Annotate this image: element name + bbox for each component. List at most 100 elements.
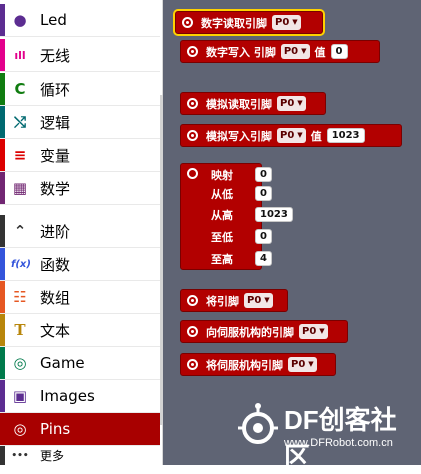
- dropdown-caret-icon: ▼: [301, 47, 307, 55]
- block-label: 向伺服机构的引脚: [206, 325, 294, 339]
- dropdown-caret-icon: ▼: [292, 18, 298, 26]
- map-row-from-low: 从低 0: [181, 184, 272, 203]
- watermark-url: www.DFRobot.com.cn: [284, 437, 393, 449]
- pin-dropdown[interactable]: P0 ▼: [299, 324, 328, 339]
- to-high-input[interactable]: 4: [255, 251, 272, 266]
- category-label: 变量: [40, 146, 71, 165]
- value-label: 值: [314, 45, 326, 59]
- shuffle-icon: ⤭: [13, 113, 26, 131]
- toggle-icon: ●: [13, 11, 27, 29]
- category-pins[interactable]: ◎ Pins: [0, 413, 160, 446]
- map-row-to-high: 至高 4: [181, 249, 272, 268]
- digital-write-block[interactable]: 数字写入 引脚 P0 ▼ 值 0: [180, 40, 380, 63]
- watermark: DF创客社区 www.DFRobot.com.cn: [232, 400, 421, 472]
- block-label: 数字写入 引脚: [206, 45, 276, 59]
- pin-dropdown[interactable]: P0 ▼: [272, 15, 301, 30]
- category-functions[interactable]: f(x) 函数: [0, 248, 160, 281]
- pin-dropdown[interactable]: P0 ▼: [277, 128, 306, 143]
- calculator-icon: ▦: [12, 179, 28, 197]
- block-label: 数字读取引脚: [201, 16, 267, 30]
- category-color-bar: [0, 4, 5, 36]
- dropdown-caret-icon: ▼: [264, 296, 270, 304]
- block-label: 将引脚: [206, 294, 239, 308]
- category-label: 更多: [40, 449, 65, 463]
- category-label: 进阶: [40, 222, 71, 241]
- category-label: 循环: [40, 80, 71, 99]
- category-text[interactable]: T 文本: [0, 314, 160, 347]
- map-row-to-low: 至低 0: [181, 227, 272, 246]
- dropdown-caret-icon: ▼: [319, 327, 325, 335]
- category-label: 无线: [40, 46, 71, 65]
- analog-read-block[interactable]: 模拟读取引脚 P0 ▼: [180, 92, 326, 115]
- category-label: 数组: [40, 288, 71, 307]
- category-color-bar: [0, 380, 5, 412]
- category-more[interactable]: ••• 更多: [0, 446, 160, 465]
- category-color-bar: [0, 39, 5, 71]
- array-icon: ☷: [13, 288, 27, 306]
- category-color-bar: [0, 347, 5, 379]
- dropdown-caret-icon: ▼: [297, 99, 303, 107]
- more-icon: •••: [11, 450, 29, 461]
- category-logic[interactable]: ⤭ 逻辑: [0, 106, 160, 139]
- category-advanced[interactable]: ⌃ 进阶: [0, 215, 160, 248]
- category-label: 数学: [40, 179, 71, 198]
- value-input[interactable]: 0: [330, 44, 348, 59]
- pin-icon: [187, 326, 198, 337]
- category-label: 函数: [40, 255, 71, 274]
- category-led[interactable]: ● Led: [0, 4, 160, 37]
- from-high-input[interactable]: 1023: [255, 207, 293, 222]
- digital-read-block[interactable]: 数字读取引脚 P0 ▼: [175, 11, 323, 34]
- signal-icon: ıll: [14, 48, 26, 62]
- category-images[interactable]: ▣ Images: [0, 380, 160, 413]
- category-color-bar: [0, 446, 5, 465]
- set-pin-block[interactable]: 将引脚 P0 ▼: [180, 289, 288, 312]
- category-game[interactable]: ◎ Game: [0, 347, 160, 380]
- category-color-bar: [0, 215, 5, 247]
- value-label: 值: [310, 129, 322, 143]
- category-color-bar: [0, 248, 5, 280]
- category-math[interactable]: ▦ 数学: [0, 172, 160, 205]
- category-variables[interactable]: ≡ 变量: [0, 139, 160, 172]
- category-label: Pins: [40, 420, 71, 438]
- function-icon: f(x): [11, 258, 31, 270]
- category-color-bar: [0, 139, 5, 171]
- category-radio[interactable]: ıll 无线: [0, 39, 160, 72]
- list-icon: ≡: [13, 146, 27, 164]
- pin-dropdown[interactable]: P0 ▼: [288, 357, 317, 372]
- map-value-input[interactable]: 0: [255, 167, 272, 182]
- block-label: 模拟读取引脚: [206, 97, 272, 111]
- category-label: Led: [40, 11, 67, 29]
- category-label: Game: [40, 354, 85, 372]
- pin-icon: [182, 17, 193, 28]
- pin-dropdown[interactable]: P0 ▼: [277, 96, 306, 111]
- category-color-bar: [0, 106, 5, 138]
- servo-pin-block[interactable]: 向伺服机构的引脚 P0 ▼: [180, 320, 348, 343]
- pin-icon: [187, 98, 198, 109]
- pins-icon: ◎: [13, 420, 27, 438]
- pin-icon: [187, 46, 198, 57]
- pin-icon: [187, 295, 198, 306]
- robot-logo-icon: [238, 403, 278, 444]
- servo-pin-set-block[interactable]: 将伺服机构引脚 P0 ▼: [180, 353, 336, 376]
- map-row-from-high: 从高 1023: [181, 205, 293, 224]
- pin-icon: [187, 359, 198, 370]
- category-loops[interactable]: C 循环: [0, 73, 160, 106]
- dropdown-caret-icon: ▼: [297, 131, 303, 139]
- gamepad-icon: ◎: [13, 354, 27, 372]
- pin-dropdown[interactable]: P0 ▼: [244, 293, 273, 308]
- toolbox-sidebar: ● Led ıll 无线 C 循环 ⤭ 逻辑 ≡ 变量 ▦ 数学 ⌃ 进阶 f(…: [0, 0, 163, 465]
- from-low-input[interactable]: 0: [255, 186, 272, 201]
- value-input[interactable]: 1023: [326, 128, 365, 143]
- pin-dropdown[interactable]: P0 ▼: [280, 44, 310, 59]
- category-color-bar: [0, 172, 5, 204]
- to-low-input[interactable]: 0: [255, 229, 272, 244]
- analog-write-block[interactable]: 模拟写入引脚 P0 ▼ 值 1023: [180, 124, 402, 147]
- image-icon: ▣: [12, 387, 28, 405]
- category-label: Images: [40, 387, 95, 405]
- category-color-bar: [0, 281, 5, 313]
- loop-icon: C: [14, 80, 26, 98]
- category-arrays[interactable]: ☷ 数组: [0, 281, 160, 314]
- map-block[interactable]: 映射 0 从低 0 从高 1023 至低 0 至高 4: [180, 163, 293, 270]
- category-color-bar: [0, 73, 5, 105]
- category-label: 逻辑: [40, 113, 71, 132]
